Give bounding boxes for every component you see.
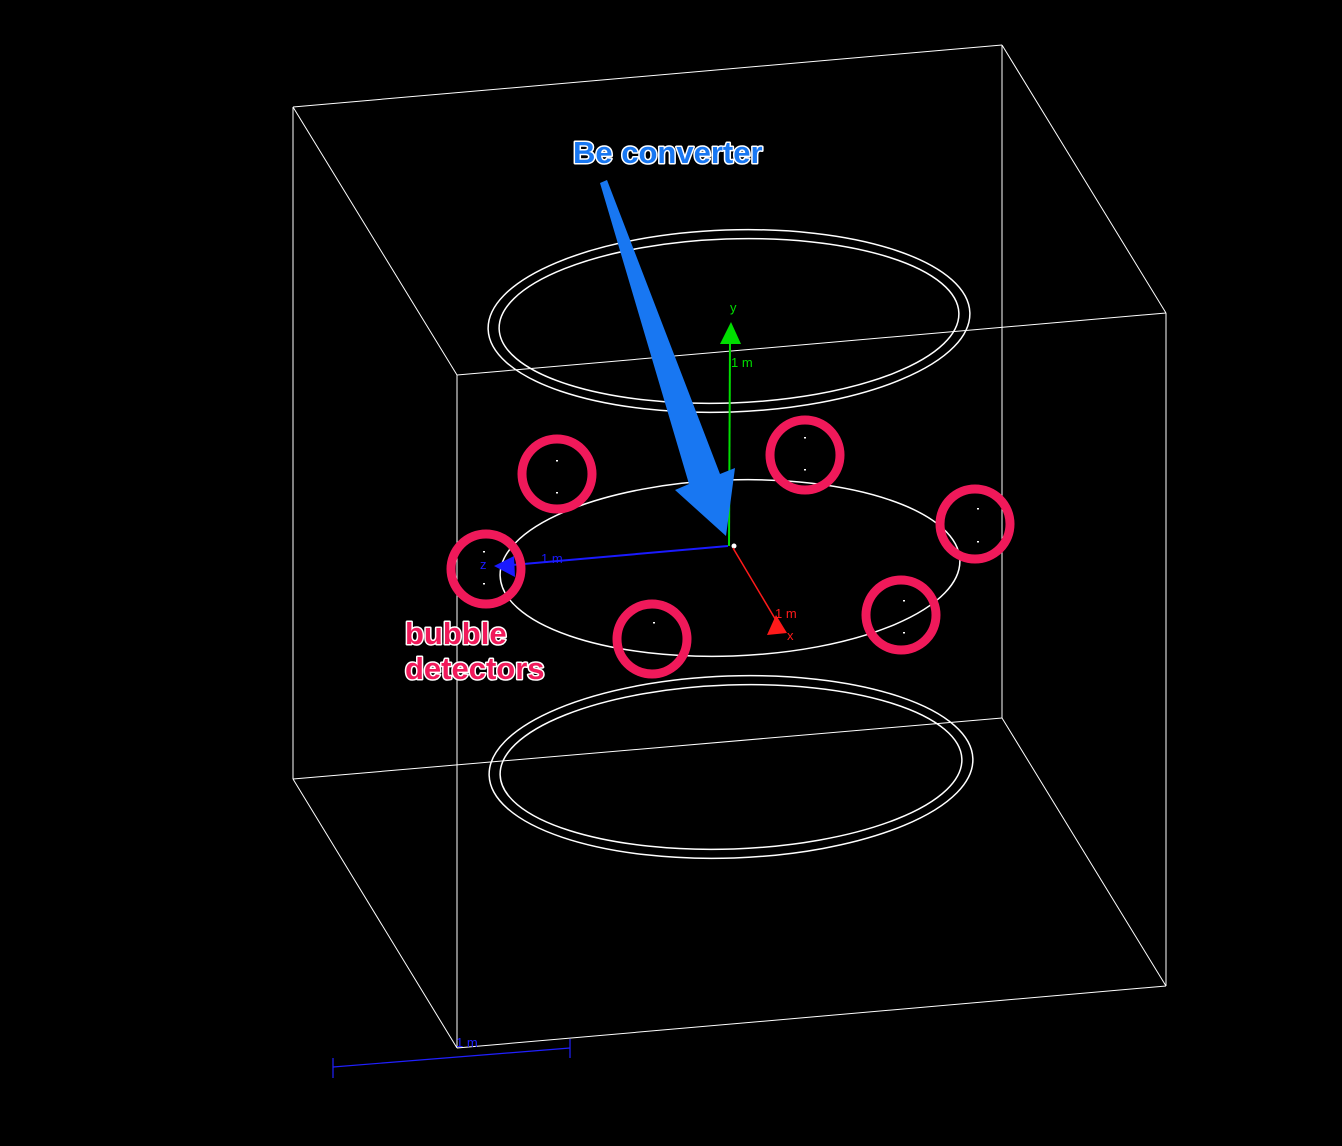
x-axis-name: x <box>787 628 794 643</box>
detector-point <box>483 583 485 585</box>
detector-point <box>977 508 979 510</box>
bubble-detectors-label-line2: detectors <box>405 651 545 686</box>
detector-point <box>903 600 905 602</box>
x-axis-line <box>732 547 778 623</box>
detector-point <box>903 632 905 634</box>
detector-points <box>483 437 979 634</box>
bubble-detector-ring <box>861 575 941 655</box>
detector-point <box>804 437 806 439</box>
detector-point <box>483 551 485 553</box>
y-axis-arrowhead <box>720 322 741 344</box>
x-axis: 1 m x <box>732 547 797 643</box>
lower-ring-outer <box>488 674 974 860</box>
detector-point <box>977 541 979 543</box>
detector-point <box>653 622 655 624</box>
z-axis-name: z <box>480 557 487 572</box>
box-edge <box>292 778 458 1049</box>
y-axis-length-label: 1 m <box>731 355 753 370</box>
box-edge <box>456 985 1167 1049</box>
be-converter-label: Be converter <box>573 135 763 170</box>
y-axis-name: y <box>730 300 737 315</box>
bubble-detector-ring <box>612 599 692 679</box>
scale-bar-label: 1 m <box>456 1035 478 1050</box>
bubble-detector-rings <box>446 415 1015 679</box>
bubble-detectors-label-line1: bubble <box>405 616 507 651</box>
box-edge <box>292 106 458 376</box>
origin-point <box>731 543 737 549</box>
scale-bar-line <box>332 1047 571 1068</box>
box-edge <box>292 717 1003 780</box>
bubble-detector-ring <box>935 484 1015 564</box>
detector-point <box>556 492 558 494</box>
box-edge <box>292 44 1003 108</box>
detector-point <box>804 469 806 471</box>
lower-ring <box>488 674 974 860</box>
geometry-scene: y 1 m 1 m x z 1 m 1 m Be converter bubbl… <box>292 44 1167 1078</box>
bubble-detector-ring <box>765 415 845 495</box>
detector-point <box>556 460 558 462</box>
box-edge <box>1001 717 1167 987</box>
box-edge <box>1001 44 1167 314</box>
x-axis-length-label: 1 m <box>775 606 797 621</box>
z-axis-length-label: 1 m <box>541 551 563 566</box>
world-box <box>292 44 1167 1049</box>
box-edge <box>456 312 1167 376</box>
lower-ring-inner <box>499 683 963 851</box>
y-axis-line <box>728 341 731 547</box>
be-converter-arrow <box>600 180 735 536</box>
bubble-detector-ring <box>517 434 597 514</box>
